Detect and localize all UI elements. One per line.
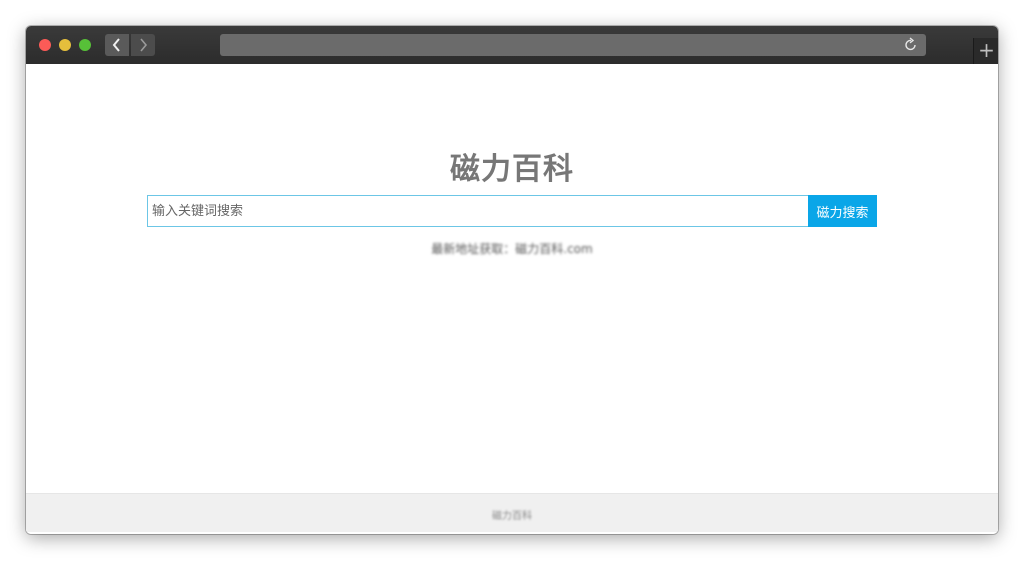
search-button[interactable]: 磁力搜索 — [808, 195, 877, 227]
browser-toolbar: + — [26, 26, 998, 64]
footer: 磁力百科 — [26, 493, 998, 532]
chevron-right-icon — [140, 38, 148, 52]
browser-window: + 磁力百科 磁力搜索 最新地址获取：磁力百科.com 磁力百科 — [26, 26, 998, 534]
page-content: 磁力百科 磁力搜索 最新地址获取：磁力百科.com 磁力百科 — [26, 64, 998, 534]
latest-address-notice: 最新地址获取：磁力百科.com — [431, 242, 593, 256]
reload-button[interactable] — [904, 34, 920, 56]
forward-button[interactable] — [131, 34, 155, 56]
reload-icon — [905, 37, 916, 51]
search-input[interactable] — [147, 195, 808, 227]
new-tab-button[interactable]: + — [973, 38, 998, 64]
footer-text: 磁力百科 — [492, 511, 532, 522]
maximize-window-button[interactable] — [79, 39, 91, 51]
chevron-left-icon — [112, 38, 120, 52]
close-window-button[interactable] — [39, 39, 51, 51]
minimize-window-button[interactable] — [59, 39, 71, 51]
back-button[interactable] — [105, 34, 129, 56]
address-bar[interactable] — [220, 34, 926, 56]
page-title: 磁力百科 — [450, 152, 574, 187]
